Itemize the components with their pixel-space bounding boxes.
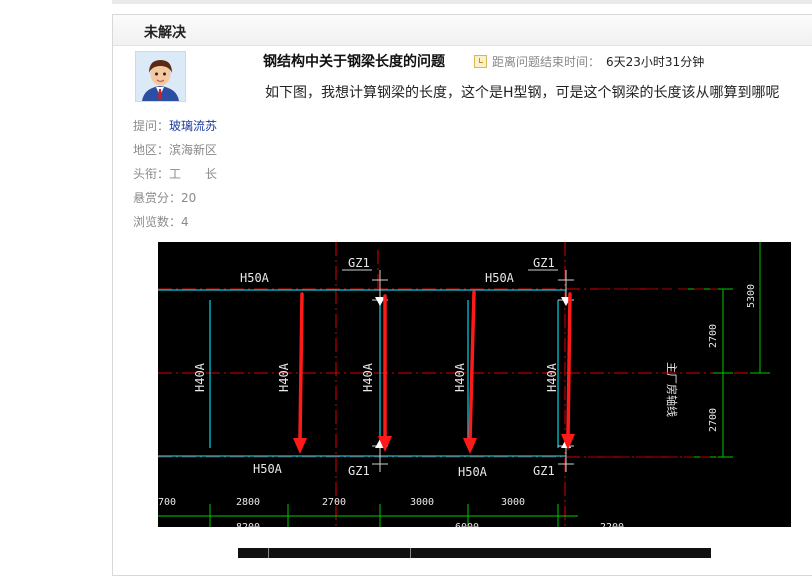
dim-label: 5300 <box>746 284 757 308</box>
vertical-beam-label: H40A <box>361 362 375 392</box>
region-row: 地区：滨海新区 <box>133 143 218 157</box>
vertical-beam-label: H40A <box>545 362 559 392</box>
dim-label: 8200 <box>236 522 260 527</box>
axis-note: 主厂房轴线 <box>665 362 679 417</box>
dim-label: 2700 <box>708 324 719 348</box>
dim-label: 2200 <box>600 522 624 527</box>
rank-row: 头衔：工 长 <box>133 167 218 181</box>
beam-label: H50A <box>485 271 515 285</box>
column-label: GZ1 <box>348 464 370 478</box>
dim-label: 700 <box>158 497 176 508</box>
beam-label: H50A <box>458 465 488 479</box>
column-label: GZ1 <box>533 256 555 270</box>
cad-drawing-image[interactable]: H50A H50A H50A H50A GZ1 GZ1 GZ1 GZ1 H40A… <box>158 242 791 527</box>
top-strip <box>112 0 812 4</box>
remaining-time: 距离问题结束时间： 6天23小时31分钟 <box>474 53 704 70</box>
dim-label: 6000 <box>455 522 479 527</box>
dim-label: 2700 <box>322 497 346 508</box>
beam-label: H50A <box>253 462 283 476</box>
asker-row: 提问：玻璃流苏 <box>133 119 218 133</box>
question-body: 如下图，我想计算钢梁的长度，这个是H型钢，可是这个钢梁的长度该从哪算到哪呢 <box>265 85 780 101</box>
views-row: 浏览数：4 <box>133 215 189 229</box>
panel-header: 未解决 <box>113 15 812 46</box>
avatar-icon <box>136 52 185 101</box>
reward-row: 悬赏分：20 <box>133 191 197 205</box>
dim-label: 3000 <box>501 497 525 508</box>
asker-link[interactable]: 玻璃流苏 <box>169 119 217 133</box>
beam-label: H50A <box>240 271 270 285</box>
vertical-beam-label: H40A <box>193 362 207 392</box>
clock-icon <box>474 55 487 68</box>
vertical-beam-label: H40A <box>277 362 291 392</box>
red-arrow-head <box>463 438 477 454</box>
dim-label: 2800 <box>236 497 260 508</box>
vertical-beam-label: H40A <box>453 362 467 392</box>
dim-label: 3000 <box>410 497 434 508</box>
column-label: GZ1 <box>533 464 555 478</box>
next-image-strip <box>238 548 711 558</box>
user-avatar[interactable] <box>135 51 186 102</box>
status-label: 未解决 <box>144 25 186 41</box>
column-label: GZ1 <box>348 256 370 270</box>
red-arrow-head <box>293 438 307 454</box>
dim-label: 2700 <box>708 408 719 432</box>
question-title: 钢结构中关于钢梁长度的问题 <box>263 54 445 70</box>
